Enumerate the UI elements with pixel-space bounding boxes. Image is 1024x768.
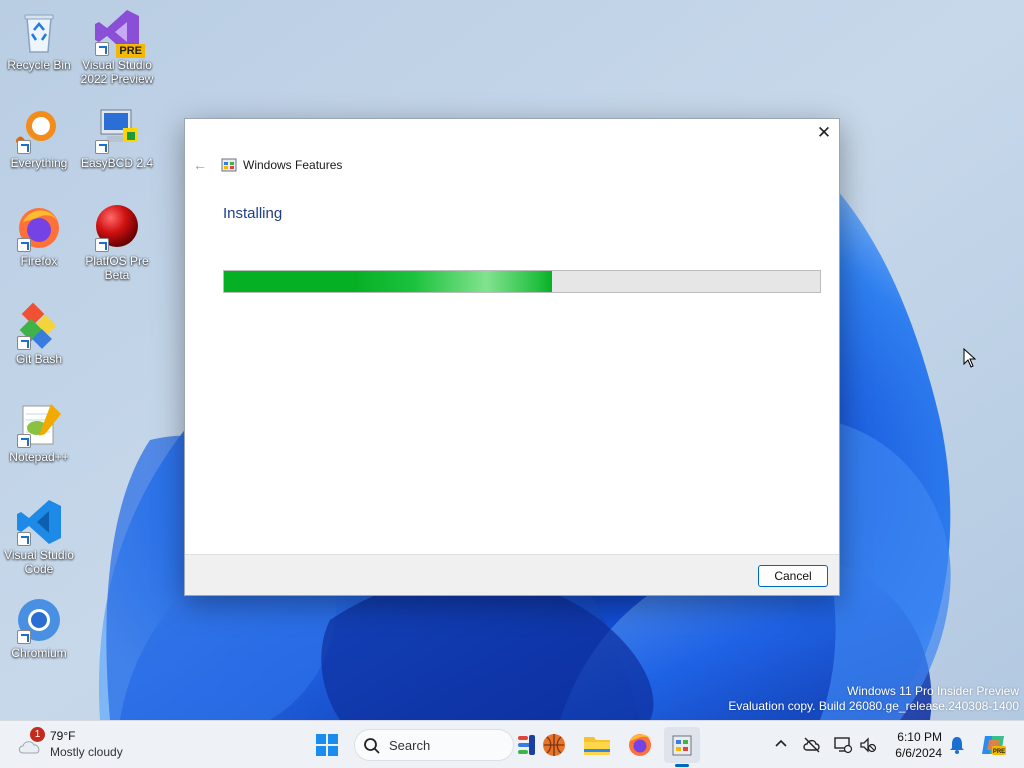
- search-highlight-icon: [518, 734, 565, 756]
- evaluation-watermark: Windows 11 Pro Insider Preview Evaluatio…: [728, 684, 1019, 714]
- git-bash-icon: [15, 302, 63, 350]
- desktop-icon-easybcd[interactable]: EasyBCD 2.4: [78, 106, 156, 170]
- volume-muted-icon[interactable]: [858, 735, 878, 755]
- desktop-icon-label: Visual Studio Code: [4, 548, 74, 576]
- search-label: Search: [389, 738, 431, 753]
- desktop-icon-label: Chromium: [11, 646, 67, 660]
- vscode-icon: [15, 498, 63, 546]
- weather-widget[interactable]: 1 79°F Mostly cloudy: [14, 727, 154, 763]
- shortcut-arrow-icon: [95, 140, 109, 154]
- search-icon: [364, 738, 380, 754]
- weather-alert-badge: 1: [30, 727, 45, 742]
- desktop-icon-everything[interactable]: Everything: [0, 106, 78, 170]
- firefox-icon: [15, 204, 63, 252]
- chevron-up-icon[interactable]: [772, 735, 790, 753]
- shortcut-arrow-icon: [17, 630, 31, 644]
- everything-icon: [15, 106, 63, 154]
- status-heading: Installing: [223, 205, 283, 222]
- desktop-icon-platfos[interactable]: PlatfOS Pre Beta: [78, 204, 156, 282]
- desktop-icon-label: Recycle Bin: [7, 58, 71, 72]
- desktop-icon-vscode[interactable]: Visual Studio Code: [0, 498, 78, 576]
- firefox-icon: [629, 734, 651, 756]
- desktop-icon-label: PlatfOS Pre Beta: [85, 254, 149, 282]
- watermark-line-build: Evaluation copy. Build 26080.ge_release.…: [728, 699, 1019, 713]
- shortcut-arrow-icon: [17, 434, 31, 448]
- active-app-indicator: [675, 764, 689, 767]
- taskbar-search-box[interactable]: Search: [354, 729, 514, 761]
- install-progress-bar: [223, 270, 821, 293]
- cloud-offline-icon[interactable]: [802, 735, 822, 755]
- windows-features-dialog: ✕ ← Windows Features Installing Cancel: [184, 118, 840, 596]
- dialog-title: Windows Features: [243, 158, 343, 172]
- back-arrow-icon[interactable]: ←: [193, 157, 209, 173]
- desktop-icon-label: EasyBCD 2.4: [80, 156, 154, 170]
- clock-date: 6/6/2024: [895, 746, 942, 760]
- shortcut-arrow-icon: [95, 42, 109, 56]
- shortcut-arrow-icon: [17, 532, 31, 546]
- weather-description: Mostly cloudy: [50, 745, 123, 759]
- windows-features-icon: [221, 157, 237, 173]
- preview-badge: PRE: [116, 44, 145, 58]
- taskbar: 1 79°F Mostly cloudy Search 6:10 PM 6/6/…: [0, 720, 1024, 768]
- desktop-icon-visual-studio[interactable]: PRE Visual Studio 2022 Preview: [78, 8, 156, 86]
- notification-bell-icon[interactable]: [948, 735, 966, 755]
- windows-features-taskbar-button[interactable]: [664, 727, 700, 763]
- desktop-icon-label: Git Bash: [15, 352, 63, 366]
- folder-icon: [584, 737, 610, 755]
- close-icon: ✕: [816, 123, 832, 142]
- desktop-icon-git-bash[interactable]: Git Bash: [0, 302, 78, 366]
- progress-fill: [224, 271, 552, 292]
- platfos-icon: [93, 204, 141, 252]
- desktop-icon-recycle-bin[interactable]: Recycle Bin: [0, 8, 78, 72]
- watermark-line-edition: Windows 11 Pro Insider Preview: [847, 684, 1019, 698]
- firefox-taskbar-button[interactable]: [622, 727, 658, 763]
- dialog-footer: Cancel: [185, 554, 839, 595]
- easybcd-icon: [93, 106, 141, 154]
- file-explorer-button[interactable]: [579, 727, 615, 763]
- shortcut-arrow-icon: [17, 238, 31, 252]
- clock-time: 6:10 PM: [897, 730, 942, 744]
- desktop-icon-notepad-plus-plus[interactable]: Notepad++: [0, 400, 78, 464]
- desktop-icon-label: Notepad++: [9, 450, 69, 464]
- shortcut-arrow-icon: [17, 336, 31, 350]
- start-button[interactable]: [309, 727, 345, 763]
- shortcut-arrow-icon: [95, 238, 109, 252]
- copilot-icon[interactable]: PRE: [980, 732, 1006, 758]
- visual-studio-icon: PRE: [93, 8, 145, 58]
- cancel-button[interactable]: Cancel: [758, 565, 828, 587]
- network-icon[interactable]: [833, 735, 853, 755]
- desktop-icon-firefox[interactable]: Firefox: [0, 204, 78, 268]
- shortcut-arrow-icon: [17, 140, 31, 154]
- recycle-bin-icon: [15, 8, 63, 56]
- windows-logo-icon: [316, 734, 338, 756]
- desktop-icon-label: Firefox: [20, 254, 58, 268]
- chromium-icon: [15, 596, 63, 644]
- desktop-icon-chromium[interactable]: Chromium: [0, 596, 78, 660]
- desktop-icon-label: Everything: [10, 156, 68, 170]
- weather-temperature: 79°F: [50, 729, 76, 743]
- close-button[interactable]: ✕: [809, 119, 839, 147]
- mouse-pointer-icon: [963, 348, 977, 368]
- desktop-icon-label: Visual Studio 2022 Preview: [80, 58, 154, 86]
- dialog-nav-row: ← Windows Features: [193, 155, 342, 175]
- svg-text:PRE: PRE: [993, 749, 1005, 755]
- notepad-plus-plus-icon: [15, 400, 63, 448]
- windows-features-icon: [672, 735, 692, 756]
- taskbar-clock[interactable]: 6:10 PM 6/6/2024: [878, 729, 942, 761]
